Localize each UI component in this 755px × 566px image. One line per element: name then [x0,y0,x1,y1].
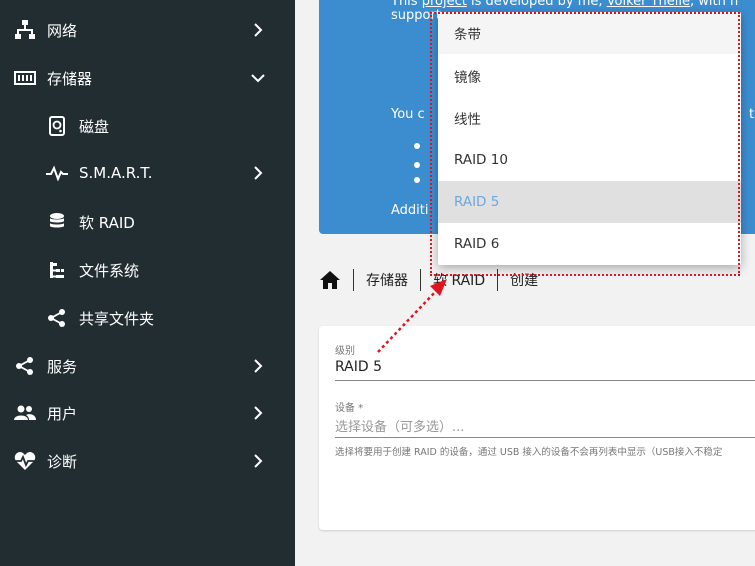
sidebar-item-smart[interactable]: S.M.A.R.T. [0,149,295,197]
filesystem-tree-icon [45,258,69,282]
sidebar-item-label: 磁盘 [79,117,110,136]
share-icon [13,354,37,378]
sidebar-item-label: 共享文件夹 [79,309,155,328]
option-raid6[interactable]: RAID 6 [438,223,741,265]
banner-line-3: You c [391,107,425,122]
breadcrumb-item-raid[interactable]: 软 RAID [433,270,485,290]
bullet [414,143,420,149]
option-raid10[interactable]: RAID 10 [438,139,741,181]
breadcrumb-item-create: 创建 [510,273,539,289]
bullet [414,177,420,183]
author-link[interactable]: Volker Theile [607,0,690,9]
breadcrumb-separator [497,269,499,291]
sidebar-item-diagnostics[interactable]: 诊断 [0,437,295,485]
bullet [414,162,420,168]
option-linear[interactable]: 线性 [438,97,741,139]
chevron-down-icon [249,69,267,87]
breadcrumb: 存储器 软 RAID 创建 [319,266,538,294]
breadcrumb-separator [353,269,354,291]
sidebar-item-label: S.M.A.R.T. [79,164,153,182]
devices-hint: 选择将要用于创建 RAID 的设备，通过 USB 接入的设备不会再列表中显示（U… [335,447,723,458]
share-icon [45,306,69,330]
banner-line-4: Additi [391,203,429,218]
chevron-right-icon [249,21,267,39]
banner-line-2: support [391,8,441,23]
sidebar-item-software-raid[interactable]: 软 RAID [0,198,295,246]
sidebar-item-users[interactable]: 用户 [0,389,295,437]
users-icon [13,401,37,425]
sidebar-item-filesystems[interactable]: 文件系统 [0,246,295,294]
breadcrumb-item-storage[interactable]: 存储器 [366,270,408,290]
option-raid5[interactable]: RAID 5 [438,181,741,223]
sidebar-item-label: 用户 [47,404,78,423]
sidebar-item-label: 网络 [47,21,78,40]
heart-pulse-icon [13,449,37,473]
sidebar-item-label: 服务 [47,357,78,376]
create-raid-form: 级别 RAID 5 设备 * 选择设备（可多选）... 选择将要用于创建 RAI… [319,326,755,530]
devices-select[interactable]: 选择设备（可多选）... [335,416,464,435]
sidebar-item-label: 诊断 [47,452,78,471]
sidebar: 网络 存储器 磁盘 S.M.A.R.T. 软 RAID 文件系统 共享文件夹 服… [0,0,295,566]
banner-line-3-tail: t h [749,107,755,122]
sidebar-item-disks[interactable]: 磁盘 [0,102,295,150]
sidebar-item-label: 文件系统 [79,261,140,280]
breadcrumb-separator [420,269,421,291]
chevron-right-icon [249,164,267,182]
chevron-right-icon [249,452,267,470]
sidebar-item-shared-folders[interactable]: 共享文件夹 [0,294,295,342]
level-underline [335,380,755,381]
sidebar-item-services[interactable]: 服务 [0,342,295,390]
banner-line-1: This project is developed by me, Volker … [391,0,738,9]
chevron-right-icon [249,357,267,375]
sidebar-item-label: 存储器 [47,69,93,88]
option-stripe[interactable]: 条带 [438,12,741,54]
level-label: 级别 [335,346,355,357]
database-icon [45,210,69,234]
sidebar-item-label: 软 RAID [79,213,135,232]
sidebar-item-network[interactable]: 网络 [0,6,295,54]
storage-icon [13,66,37,90]
level-select[interactable]: RAID 5 [335,359,382,375]
raid-level-dropdown: 条带 镜像 线性 RAID 10 RAID 5 RAID 6 [438,12,741,265]
devices-label: 设备 * [335,403,364,414]
network-icon [13,18,37,42]
option-mirror[interactable]: 镜像 [438,55,741,97]
devices-underline [335,437,755,438]
sidebar-item-storage[interactable]: 存储器 [0,54,295,102]
chevron-right-icon [249,404,267,422]
heartbeat-icon [45,161,69,185]
disk-icon [45,114,69,138]
home-icon[interactable] [319,270,341,290]
